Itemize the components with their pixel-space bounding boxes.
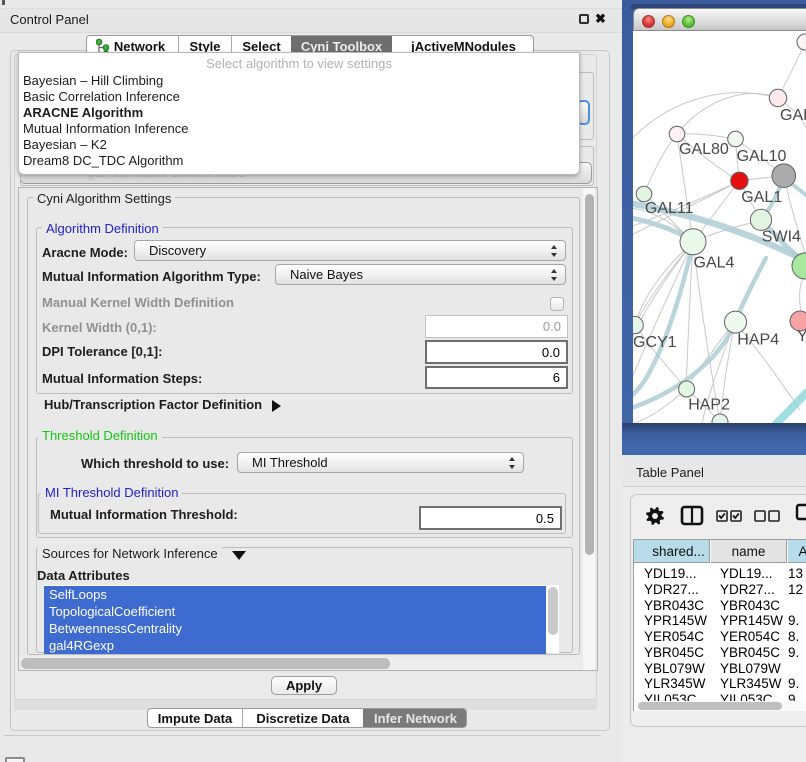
svg-text:GAL11: GAL11 [645,200,694,217]
svg-text:GAL10: GAL10 [737,148,787,165]
svg-text:GCY1: GCY1 [633,334,677,351]
svg-text:GAL1: GAL1 [741,189,782,206]
svg-text:YD: YD [797,328,806,345]
svg-text:HAP4: HAP4 [737,332,779,349]
svg-text:GAL7: GAL7 [780,107,806,124]
svg-text:SWI4: SWI4 [762,229,801,246]
svg-text:GAL4: GAL4 [694,255,735,272]
svg-text:HAP2: HAP2 [688,397,730,414]
svg-text:GAL80: GAL80 [679,141,729,158]
